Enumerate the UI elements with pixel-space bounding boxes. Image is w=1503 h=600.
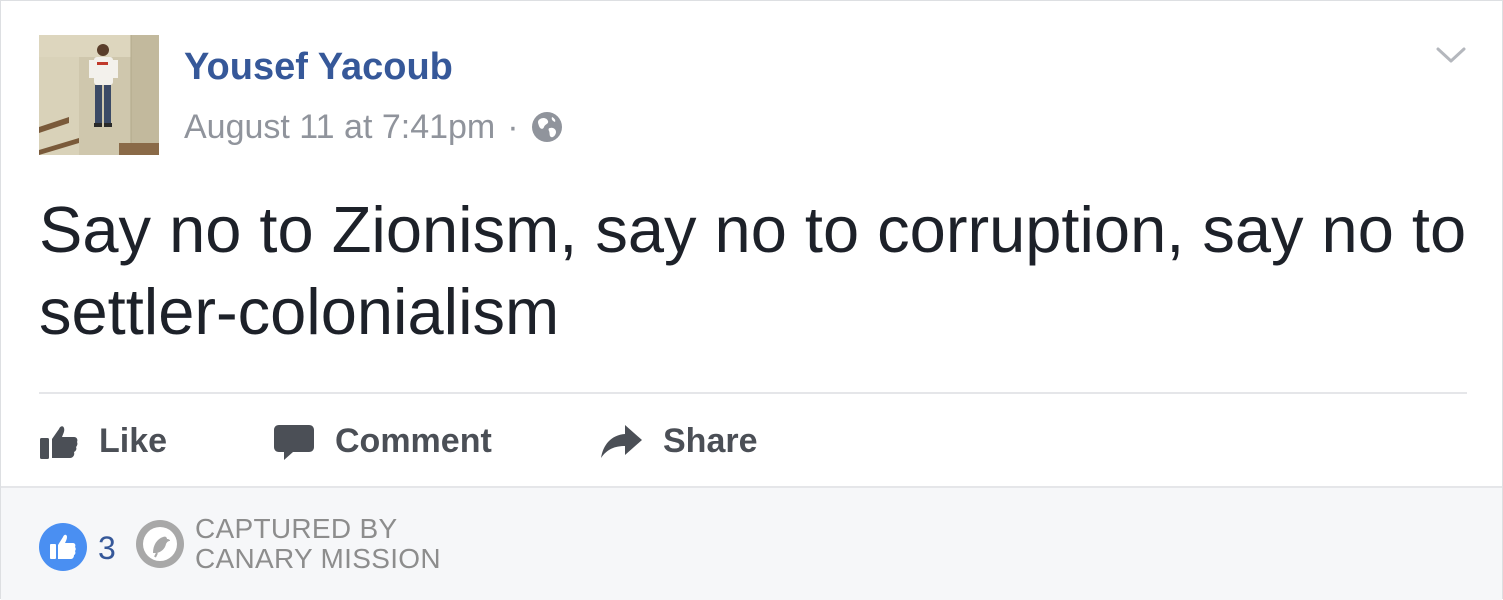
watermark-line-1: CAPTURED BY <box>195 513 398 544</box>
divider <box>39 392 1467 394</box>
like-count[interactable]: 3 <box>98 528 116 568</box>
post-meta: August 11 at 7:41pm · <box>184 107 563 147</box>
action-bar: Like Comment Share <box>1 411 1501 471</box>
author-name[interactable]: Yousef Yacoub <box>184 45 453 89</box>
post-timestamp[interactable]: August 11 at 7:41pm <box>184 108 495 147</box>
post-card: Yousef Yacoub August 11 at 7:41pm · Say … <box>0 0 1503 600</box>
watermark-text: CAPTURED BY CANARY MISSION <box>195 514 441 574</box>
comment-button[interactable]: Comment <box>273 411 492 471</box>
comment-label: Comment <box>335 421 492 460</box>
like-button[interactable]: Like <box>39 411 167 471</box>
share-label: Share <box>663 421 758 460</box>
avatar[interactable] <box>39 35 159 155</box>
share-button[interactable]: Share <box>599 411 758 471</box>
like-reaction-icon[interactable] <box>39 523 87 571</box>
globe-icon[interactable] <box>531 111 563 143</box>
chevron-down-icon[interactable] <box>1435 41 1467 69</box>
canary-logo-icon <box>135 519 185 569</box>
thumbs-up-icon <box>39 421 79 461</box>
reactions-footer: 3 CAPTURED BY CANARY MISSION <box>1 486 1502 600</box>
avatar-photo <box>39 35 159 155</box>
meta-separator: · <box>507 107 519 146</box>
like-label: Like <box>99 421 168 460</box>
post-text: Say no to Zionism, say no to corruption,… <box>39 193 1467 348</box>
share-arrow-icon <box>599 421 643 461</box>
comment-icon <box>273 420 315 462</box>
watermark-line-2: CANARY MISSION <box>195 543 441 574</box>
